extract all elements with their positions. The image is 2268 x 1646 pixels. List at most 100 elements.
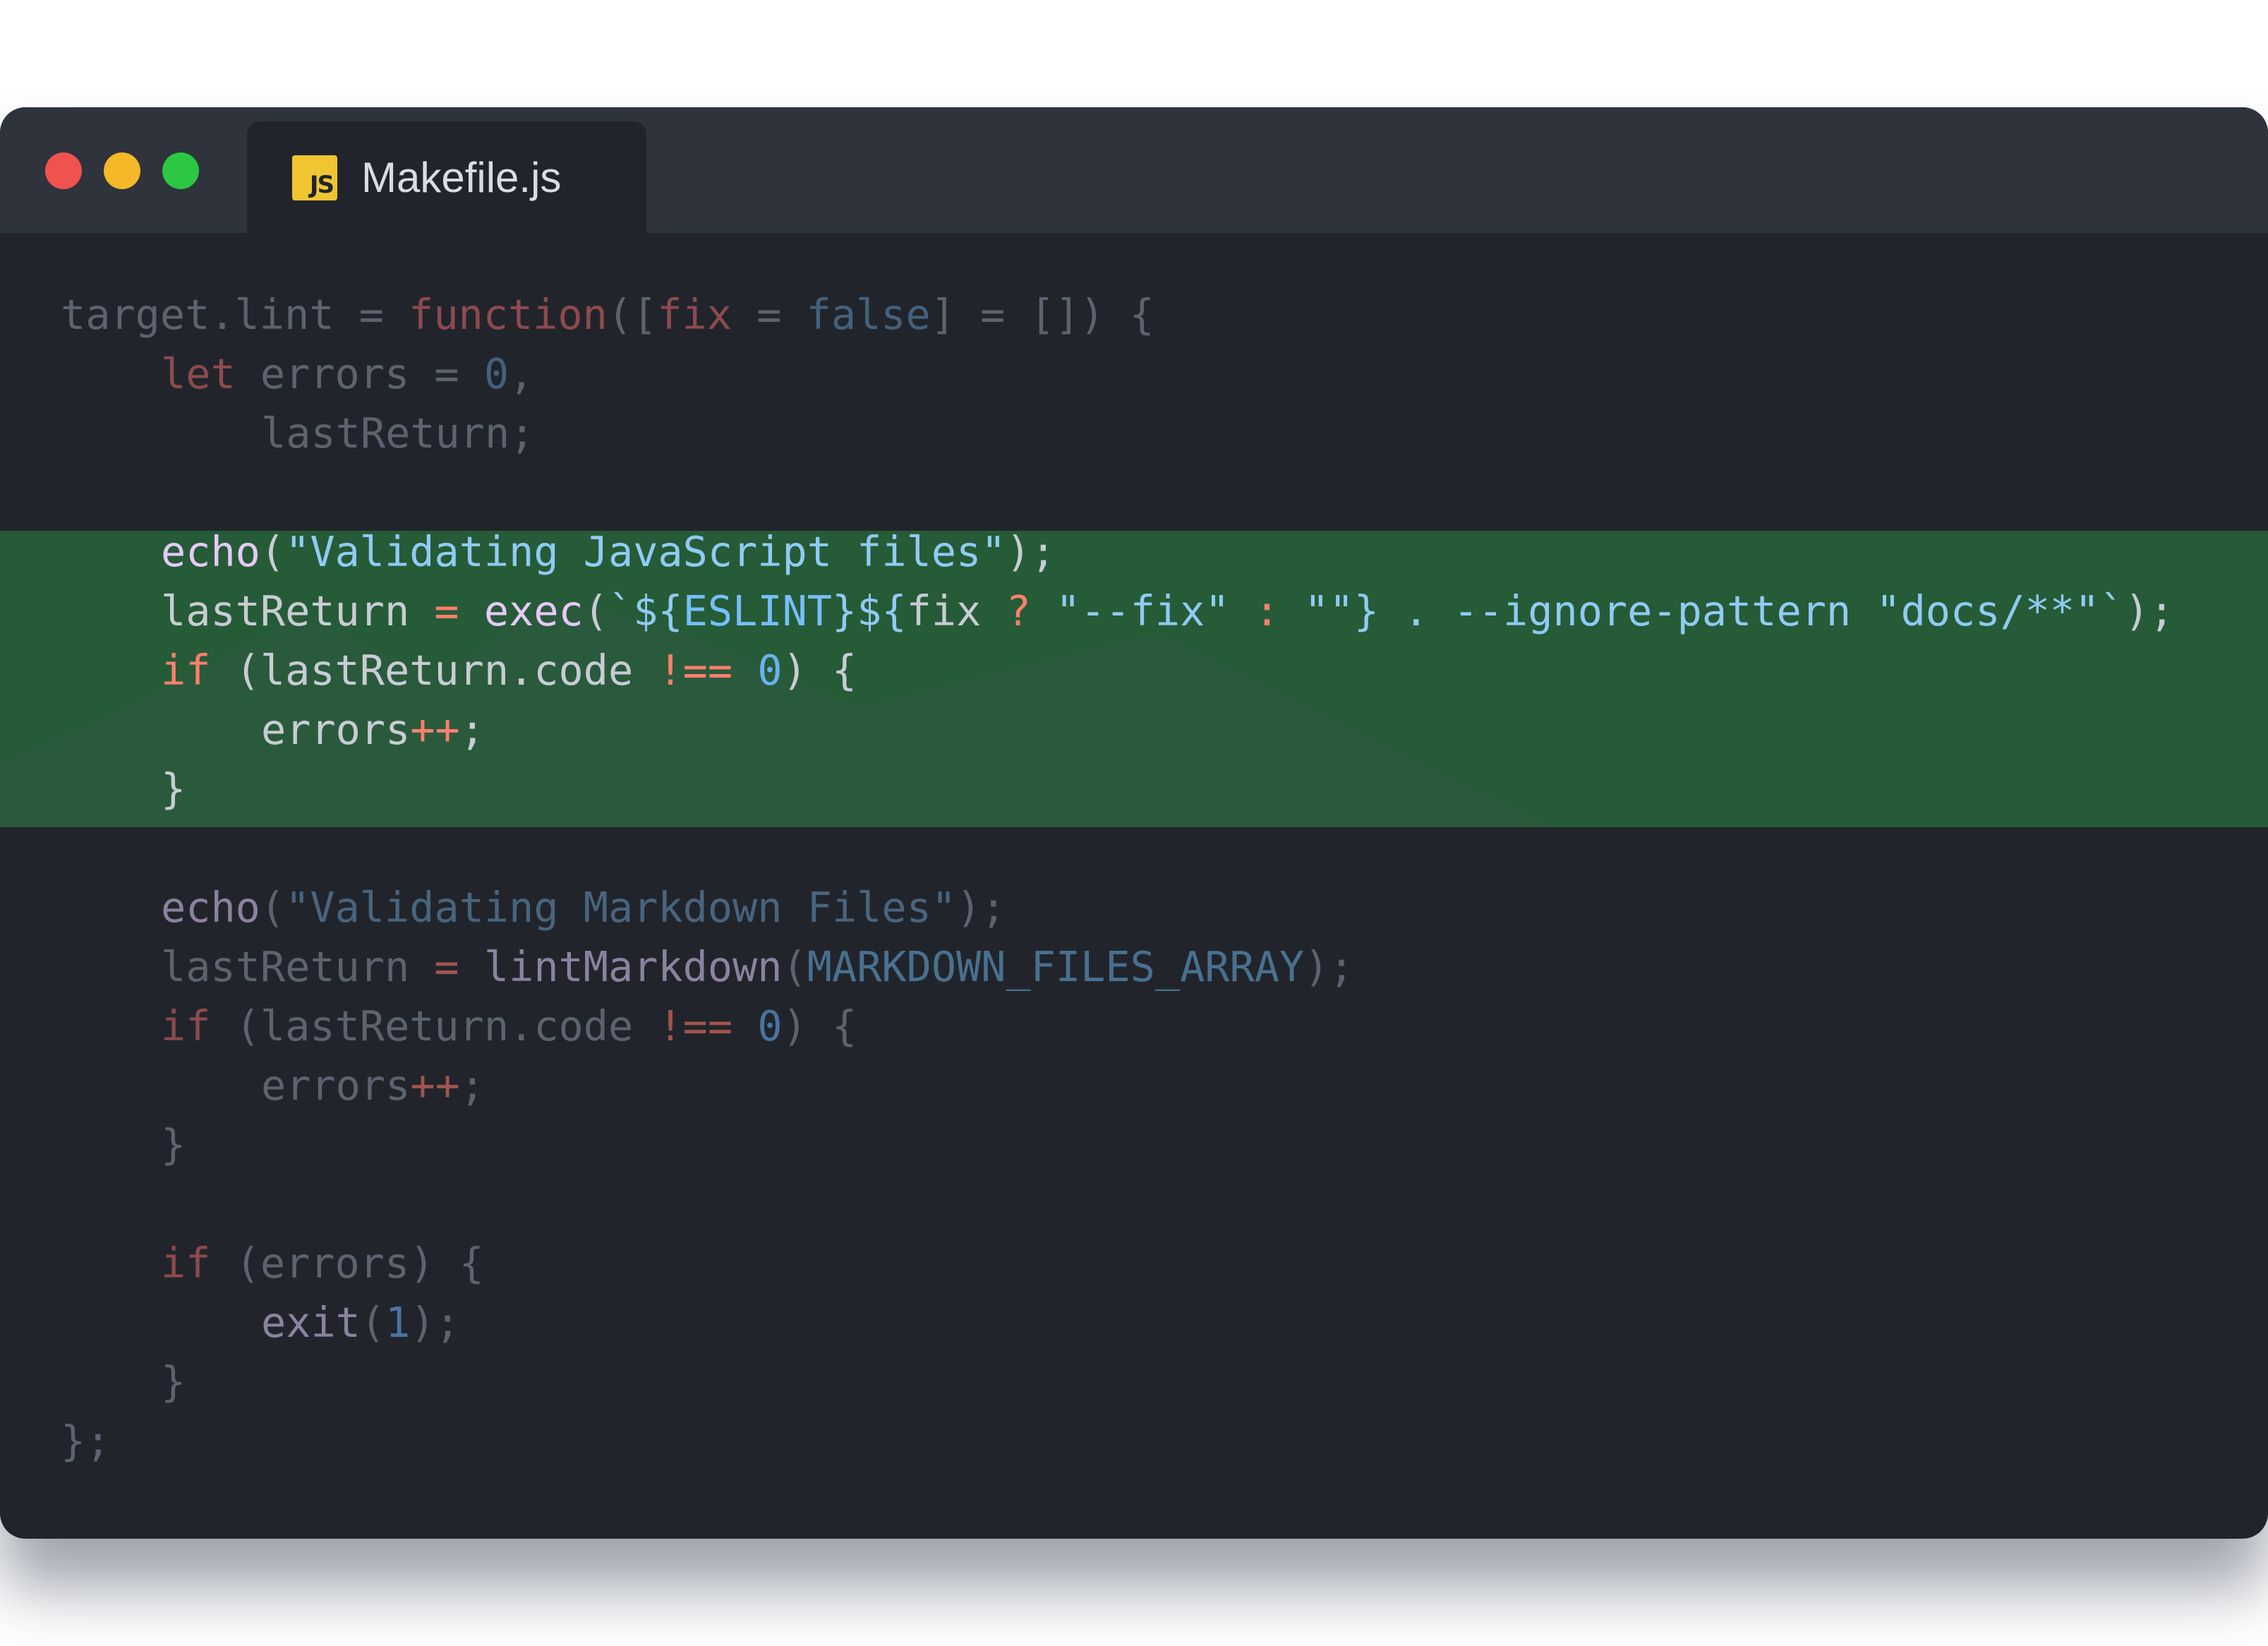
code-token: errors bbox=[261, 706, 411, 754]
code-editor[interactable]: target.lint = function([fix = false] = [… bbox=[61, 285, 2174, 1471]
code-line-7: if (lastReturn.code !== 0) { bbox=[61, 641, 2174, 700]
code-line-6: lastReturn = exec(`${ESLINT}${fix ? "--f… bbox=[61, 582, 2174, 641]
code-token: errors bbox=[261, 1062, 411, 1110]
code-token: ( bbox=[782, 943, 807, 991]
code-token: ++ bbox=[410, 1062, 460, 1110]
code-line-8: errors++; bbox=[61, 700, 2174, 759]
code-token: } bbox=[161, 765, 186, 813]
code-token: if bbox=[161, 647, 211, 695]
file-tab[interactable]: JS Makefile.js bbox=[247, 121, 646, 233]
code-token: ); bbox=[1006, 528, 1056, 576]
code-token: ([ bbox=[607, 291, 658, 339]
code-line-9: } bbox=[61, 759, 2174, 819]
code-token: ) { bbox=[782, 647, 857, 695]
code-token: lintMarkdown bbox=[483, 943, 783, 991]
code-line-2: let errors = 0, bbox=[61, 344, 2174, 404]
code-token: "Validating Markdown Files" bbox=[285, 884, 957, 932]
code-token: , bbox=[509, 350, 534, 398]
code-line-13: if (lastReturn.code !== 0) { bbox=[61, 997, 2174, 1056]
code-line-11: echo("Validating Markdown Files"); bbox=[61, 878, 2174, 937]
code-token: if bbox=[161, 1239, 211, 1287]
code-token: ( bbox=[260, 528, 286, 576]
code-token: lastReturn bbox=[161, 943, 435, 991]
code-token: "Validating JavaScript files" bbox=[285, 528, 1006, 576]
code-token: ( bbox=[583, 587, 609, 635]
code-token: "--fix" bbox=[1056, 587, 1230, 635]
code-token: }${ bbox=[832, 587, 907, 635]
code-token: echo bbox=[161, 528, 260, 576]
code-token: }; bbox=[61, 1417, 111, 1465]
code-line-20: }; bbox=[61, 1412, 2174, 1471]
code-line-15: } bbox=[61, 1115, 2174, 1175]
code-token: 0 bbox=[757, 1002, 783, 1050]
code-token: ; bbox=[459, 1062, 485, 1110]
code-token: target.lint = bbox=[61, 291, 409, 339]
close-button[interactable] bbox=[45, 152, 82, 189]
code-token: = bbox=[434, 943, 459, 991]
code-token: exec bbox=[483, 587, 584, 635]
code-line-19: } bbox=[61, 1352, 2174, 1412]
code-token: function bbox=[409, 291, 608, 339]
code-line-17: if (errors) { bbox=[61, 1234, 2174, 1293]
code-token: fix bbox=[906, 587, 1006, 635]
tab-title: Makefile.js bbox=[361, 154, 562, 201]
code-line-5: echo("Validating JavaScript files"); bbox=[61, 522, 2174, 582]
code-token: ( bbox=[260, 884, 286, 932]
code-token: = bbox=[731, 291, 807, 339]
code-token: ] = []) { bbox=[930, 291, 1154, 339]
code-token: if bbox=[161, 1002, 211, 1050]
code-token: exit bbox=[261, 1299, 361, 1347]
js-file-icon: JS bbox=[292, 155, 337, 200]
code-token: } bbox=[161, 1121, 186, 1169]
code-line-1: target.lint = function([fix = false] = [… bbox=[61, 285, 2174, 344]
js-file-icon-text: JS bbox=[309, 171, 334, 199]
code-token: ( bbox=[360, 1299, 386, 1347]
minimize-button[interactable] bbox=[104, 152, 140, 189]
code-token: 0 bbox=[757, 647, 783, 695]
code-token: = bbox=[434, 587, 459, 635]
code-token: ); bbox=[410, 1299, 460, 1347]
maximize-button[interactable] bbox=[162, 152, 199, 189]
code-token: ++ bbox=[410, 706, 460, 754]
code-token: ESLINT bbox=[682, 587, 833, 635]
code-token: !== bbox=[658, 647, 733, 695]
code-token: ) { bbox=[782, 1002, 857, 1050]
code-window: JS Makefile.js target.lint = function([f… bbox=[0, 107, 2268, 1539]
code-token: ; bbox=[459, 706, 485, 754]
code-token: `${ bbox=[608, 587, 683, 635]
code-token: echo bbox=[161, 884, 260, 932]
code-token: ); bbox=[1304, 943, 1354, 991]
code-token: fix bbox=[657, 291, 732, 339]
code-token: lastReturn bbox=[161, 587, 435, 635]
code-token: (lastReturn.code bbox=[210, 647, 658, 695]
code-token: ); bbox=[956, 884, 1006, 932]
code-token: (lastReturn.code bbox=[210, 1002, 658, 1050]
code-line-3: lastReturn; bbox=[61, 404, 2174, 463]
code-token: ); bbox=[2124, 587, 2175, 635]
code-token: ? bbox=[1006, 587, 1031, 635]
code-line-12: lastReturn = lintMarkdown(MARKDOWN_FILES… bbox=[61, 937, 2174, 997]
code-token: !== bbox=[658, 1002, 733, 1050]
code-token: } bbox=[161, 1358, 186, 1406]
title-bar: JS Makefile.js bbox=[0, 107, 2268, 233]
code-token: let bbox=[161, 350, 236, 398]
code-token: (errors) { bbox=[210, 1239, 484, 1287]
code-token: errors = bbox=[235, 350, 484, 398]
code-line-18: exit(1); bbox=[61, 1293, 2174, 1352]
code-token: lastReturn; bbox=[261, 409, 535, 457]
code-token: MARKDOWN_FILES_ARRAY bbox=[807, 943, 1305, 991]
code-token: 1 bbox=[385, 1299, 411, 1347]
code-token: 0 bbox=[483, 350, 509, 398]
code-token: false bbox=[806, 291, 931, 339]
code-token: : bbox=[1254, 587, 1280, 635]
